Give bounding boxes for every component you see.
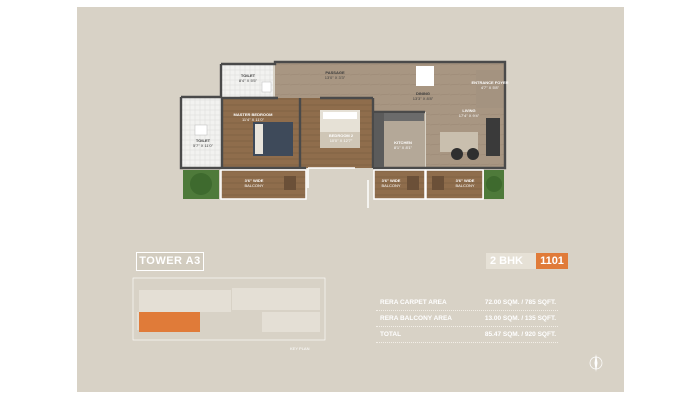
area-label: RERA CARPET AREA [380,299,447,306]
key-plan-block-1 [139,290,231,312]
area-row-total: TOTAL 85.47 SQM. / 920 SQFT. [376,328,558,343]
area-row-balcony: RERA BALCONY AREA 13.00 SQM. / 135 SQFT. [376,312,558,327]
key-plan-block-2 [232,288,320,310]
key-plan-block-3 [262,312,320,332]
area-table: RERA CARPET AREA 72.00 SQM. / 785 SQFT. … [376,296,558,344]
area-value: 85.47 SQM. / 920 SQFT. [484,331,556,338]
area-label: RERA BALCONY AREA [380,315,452,322]
key-plan-highlight-unit [139,312,200,332]
key-plan-label: KEY PLAN [290,346,310,351]
key-plan [132,277,326,341]
area-value: 72.00 SQM. / 785 SQFT. [484,299,556,306]
area-value: 13.00 SQM. / 135 SQFT. [484,315,556,322]
area-row-carpet: RERA CARPET AREA 72.00 SQM. / 785 SQFT. [376,296,558,311]
compass-icon [589,354,603,372]
area-label: TOTAL [380,331,402,338]
